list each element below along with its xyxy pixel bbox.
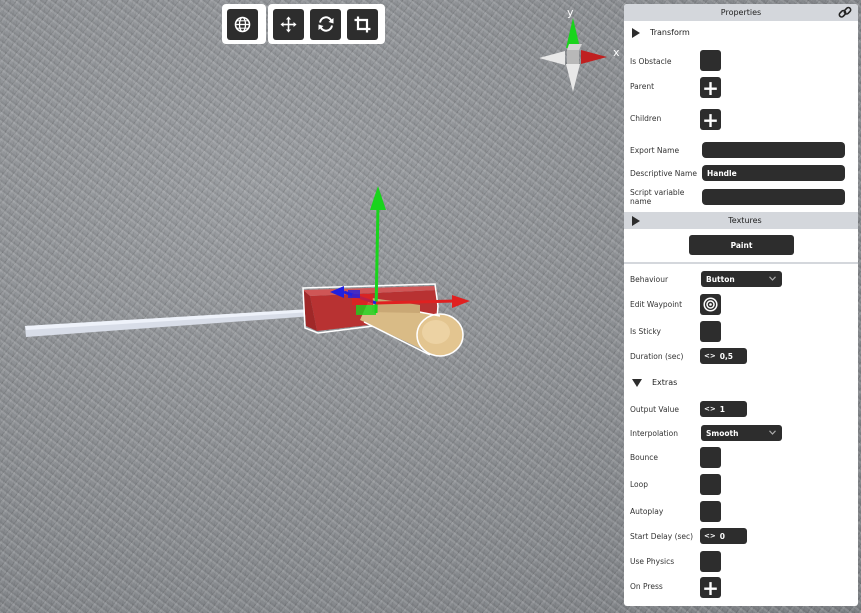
edit-waypoint-button[interactable] bbox=[700, 294, 721, 315]
textures-section-header[interactable]: Textures bbox=[624, 212, 858, 229]
panel-header: Properties bbox=[624, 4, 858, 21]
globe-button[interactable] bbox=[227, 8, 258, 40]
autoplay-label: Autoplay bbox=[630, 507, 664, 516]
loop-label: Loop bbox=[630, 480, 648, 489]
use-physics-label: Use Physics bbox=[630, 557, 675, 566]
transform-section-label: Transform bbox=[650, 28, 690, 37]
view-toolbar bbox=[222, 4, 266, 44]
chevron-down-icon bbox=[769, 430, 776, 435]
stepper-arrows-icon: <> bbox=[704, 352, 716, 360]
parent-label: Parent bbox=[630, 82, 655, 91]
textures-section-label: Textures bbox=[728, 216, 762, 225]
loop-checkbox[interactable] bbox=[700, 474, 721, 495]
link-icon[interactable] bbox=[838, 6, 852, 19]
paint-button[interactable]: Paint bbox=[689, 235, 794, 255]
behaviour-dropdown[interactable]: Button bbox=[701, 271, 782, 287]
globe-icon bbox=[234, 16, 251, 32]
stepper-arrows-icon: <> bbox=[704, 405, 716, 413]
interpolation-dropdown[interactable]: Smooth bbox=[701, 425, 782, 441]
extras-section-header[interactable]: Extras bbox=[624, 374, 858, 391]
is-obstacle-checkbox[interactable] bbox=[700, 50, 721, 71]
is-sticky-label: Is Sticky bbox=[630, 327, 661, 336]
crop-icon bbox=[354, 16, 371, 32]
panel-title: Properties bbox=[720, 8, 762, 17]
collapse-arrow-icon bbox=[632, 378, 642, 387]
gizmo-center-cube bbox=[567, 50, 579, 64]
behaviour-label: Behaviour bbox=[630, 275, 669, 284]
start-delay-input[interactable]: <> 0 bbox=[700, 528, 747, 544]
descriptive-name-label: Descriptive Name bbox=[630, 169, 697, 178]
add-parent-button[interactable]: + bbox=[700, 77, 721, 98]
output-value-input[interactable]: <> 1 bbox=[700, 401, 747, 417]
move-tool-button[interactable] bbox=[273, 8, 304, 40]
section-divider bbox=[624, 262, 858, 264]
transform-toolbar bbox=[268, 4, 385, 44]
gizmo-neg-y-arrow bbox=[566, 64, 580, 92]
expand-arrow-icon bbox=[632, 27, 640, 38]
rod-object[interactable] bbox=[25, 309, 313, 337]
on-press-label: On Press bbox=[630, 582, 663, 591]
duration-value: 0,5 bbox=[719, 351, 734, 361]
export-name-label: Export Name bbox=[630, 146, 680, 155]
is-sticky-checkbox[interactable] bbox=[700, 321, 721, 342]
output-value-value: 1 bbox=[719, 404, 725, 414]
gizmo-x-label: x bbox=[613, 46, 620, 59]
behaviour-value: Button bbox=[706, 274, 735, 284]
duration-input[interactable]: <> 0,5 bbox=[700, 348, 747, 364]
output-value-label: Output Value bbox=[630, 405, 680, 414]
transform-section-header[interactable]: Transform bbox=[624, 24, 858, 41]
add-children-button[interactable]: + bbox=[700, 109, 721, 130]
crop-tool-button[interactable] bbox=[347, 8, 378, 40]
children-label: Children bbox=[630, 114, 662, 123]
properties-panel: Properties Transform Is Obstacle Parent … bbox=[624, 4, 858, 606]
plus-icon: + bbox=[702, 575, 719, 600]
is-obstacle-label: Is Obstacle bbox=[630, 57, 672, 66]
gizmo-x-arrow bbox=[581, 50, 607, 64]
chevron-down-icon bbox=[769, 276, 776, 281]
bounce-checkbox[interactable] bbox=[700, 447, 721, 468]
expand-arrow-icon bbox=[632, 215, 640, 226]
plus-icon: + bbox=[702, 107, 719, 132]
gizmo-y-label: y bbox=[567, 6, 574, 19]
stepper-arrows-icon: <> bbox=[704, 532, 716, 540]
descriptive-name-input[interactable]: Handle bbox=[702, 165, 845, 181]
edit-waypoint-label: Edit Waypoint bbox=[630, 300, 683, 309]
gizmo-neg-x-arrow bbox=[539, 51, 565, 65]
gizmo-y-arrow bbox=[566, 18, 580, 48]
plus-icon: + bbox=[702, 75, 719, 100]
interpolation-label: Interpolation bbox=[630, 429, 678, 438]
duration-label: Duration (sec) bbox=[630, 352, 684, 361]
script-variable-name-input[interactable] bbox=[702, 189, 845, 205]
bounce-label: Bounce bbox=[630, 453, 658, 462]
move-icon bbox=[280, 16, 297, 32]
script-variable-name-label: Script variable name bbox=[630, 188, 685, 206]
interpolation-value: Smooth bbox=[706, 428, 739, 438]
start-delay-label: Start Delay (sec) bbox=[630, 532, 694, 541]
extras-section-label: Extras bbox=[652, 378, 678, 387]
use-physics-checkbox[interactable] bbox=[700, 551, 721, 572]
export-name-input[interactable] bbox=[702, 142, 845, 158]
rotate-tool-button[interactable] bbox=[310, 8, 341, 40]
autoplay-checkbox[interactable] bbox=[700, 501, 721, 522]
add-on-press-button[interactable]: + bbox=[700, 577, 721, 598]
start-delay-value: 0 bbox=[719, 531, 725, 541]
target-icon bbox=[703, 297, 718, 312]
orientation-gizmo[interactable]: y x bbox=[535, 4, 625, 96]
rotate-icon bbox=[318, 16, 333, 32]
